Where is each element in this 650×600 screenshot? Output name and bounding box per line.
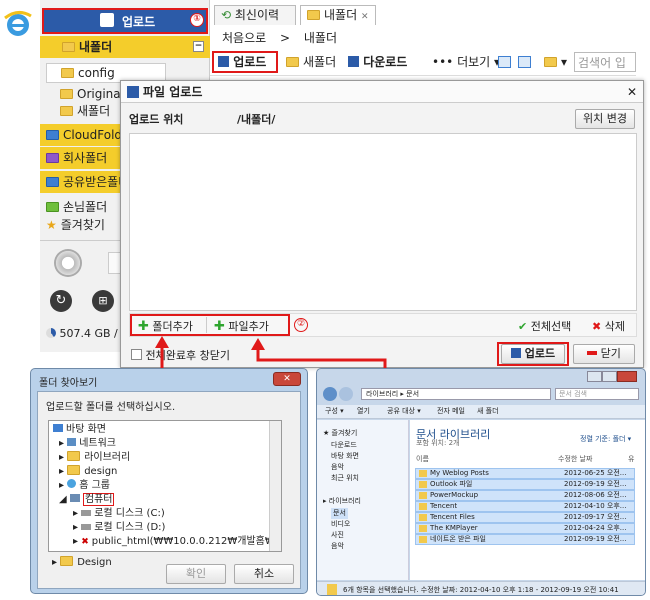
folder-browser-body: 업로드할 폴더를 선택하십시오. 바탕 화면 ▸ 네트워크 ▸ 라이브러리 ▸ … <box>37 391 301 589</box>
tree-item-desktop[interactable]: 바탕 화면 <box>53 423 106 437</box>
tree-item-homegroup[interactable]: ▸ 홈 그룹 <box>59 479 110 493</box>
folder-icon <box>60 556 74 566</box>
tree-item-design[interactable]: ▸ design <box>59 465 117 479</box>
file-row[interactable]: PowerMockup 2012-08-06 오전... <box>415 490 635 501</box>
folder-icon <box>419 481 427 488</box>
folder-icon <box>67 465 81 475</box>
window-close-icon[interactable] <box>617 371 637 382</box>
explorer-status-bar: 6개 항목을 선택했습니다. 수정한 날짜: 2012-04-10 오후 1:1… <box>317 581 645 595</box>
folder-icon <box>327 584 337 595</box>
column-name[interactable]: 이름 <box>416 454 429 465</box>
homegroup-icon <box>67 479 77 488</box>
back-icon[interactable] <box>323 387 337 401</box>
search-input[interactable]: 문서 검색 <box>555 388 639 400</box>
explorer-menu-bar: 구성 ▾ 열기 공유 대상 ▾ 전자 메일 새 폴더 <box>317 405 645 419</box>
file-row[interactable]: 네이트온 받은 파일 2012-09-19 오전... <box>415 534 635 545</box>
tree-item-drive-c[interactable]: ▸ 로컬 디스크 (C:) <box>73 507 165 521</box>
nav-music[interactable]: 음악 <box>331 462 344 473</box>
column-date[interactable]: 수정한 날짜 <box>558 454 592 465</box>
confirm-button[interactable]: 확인 <box>166 564 226 584</box>
menu-share[interactable]: 공유 대상 ▾ <box>387 406 421 417</box>
nav-recent[interactable]: 최근 위치 <box>331 473 359 484</box>
menu-open[interactable]: 열기 <box>357 406 370 417</box>
explorer-nav-pane: ★ 즐겨찾기 다운로드 바탕 화면 음악 최근 위치 ▸ 라이브러리 문서 비디… <box>317 420 409 580</box>
nav-music-library[interactable]: 음악 <box>331 541 344 552</box>
tree-item-network-drive[interactable]: ▸ ✖public_html(₩₩10.0.0.212₩개발홈₩jin) (Z:… <box>73 535 281 549</box>
file-row[interactable]: Outlook 파일 2012-09-19 오전... <box>415 479 635 490</box>
file-row[interactable]: The KMPlayer 2012-04-24 오후... <box>415 523 635 534</box>
nav-documents[interactable]: 문서 <box>331 508 348 519</box>
folder-tree[interactable]: 바탕 화면 ▸ 네트워크 ▸ 라이브러리 ▸ design ▸ 홈 그룹 ◢ 컴… <box>48 420 282 552</box>
column-type[interactable]: 유 <box>628 454 634 465</box>
drive-icon <box>81 524 92 530</box>
folder-browser-window: 폴더 찾아보기 ✕ 업로드할 폴더를 선택하십시오. 바탕 화면 ▸ 네트워크 … <box>30 368 308 594</box>
tree-scrollbar[interactable] <box>269 421 281 551</box>
computer-icon <box>69 494 80 502</box>
nav-videos[interactable]: 비디오 <box>331 519 350 530</box>
cancel-button[interactable]: 취소 <box>234 564 294 584</box>
folder-icon <box>419 492 427 499</box>
desktop-icon <box>53 424 63 432</box>
tree-item-network[interactable]: ▸ 네트워크 <box>59 437 116 451</box>
nav-desktop[interactable]: 바탕 화면 <box>331 451 359 462</box>
folder-icon <box>419 514 427 521</box>
sort-dropdown[interactable]: 정렬 기준: 폴더 ▾ <box>580 434 631 445</box>
library-icon <box>67 451 81 461</box>
forward-icon[interactable] <box>339 387 353 401</box>
disconnected-drive-icon: ✖ <box>81 537 89 547</box>
tree-item-drive-d[interactable]: ▸ 로컬 디스크 (D:) <box>73 521 165 535</box>
menu-new-folder[interactable]: 새 폴더 <box>477 406 499 417</box>
folder-icon <box>419 536 427 543</box>
folder-icon <box>419 503 427 510</box>
nav-pictures[interactable]: 사진 <box>331 530 344 541</box>
folder-icon <box>419 525 427 532</box>
drive-icon <box>81 510 92 516</box>
folder-icon <box>419 470 427 477</box>
minimize-icon[interactable] <box>587 371 602 382</box>
library-subtitle: 포함 위치: 2개 <box>416 439 460 447</box>
window-controls <box>587 371 641 383</box>
file-row[interactable]: Tencent 2012-04-10 오후... <box>415 501 635 512</box>
menu-organize[interactable]: 구성 ▾ <box>325 406 344 417</box>
tree-item-library[interactable]: ▸ 라이브러리 <box>59 451 130 465</box>
tree-item-design-lower[interactable]: ▸ Design <box>52 556 112 570</box>
window-close-icon[interactable]: ✕ <box>273 372 301 386</box>
file-row[interactable]: Tencent Files 2012-09-17 오전... <box>415 512 635 523</box>
nav-libraries[interactable]: ▸ 라이브러리 <box>323 496 361 507</box>
menu-email[interactable]: 전자 메일 <box>437 406 465 417</box>
folder-browser-instruction: 업로드할 폴더를 선택하십시오. <box>46 402 176 413</box>
explorer-window: 라이브러리 ▸ 문서 문서 검색 구성 ▾ 열기 공유 대상 ▾ 전자 메일 새… <box>316 368 646 596</box>
address-bar[interactable]: 라이브러리 ▸ 문서 <box>361 388 551 400</box>
maximize-icon[interactable] <box>602 371 617 382</box>
folder-browser-title: 폴더 찾아보기 <box>39 378 98 389</box>
network-icon <box>67 438 77 446</box>
nav-favorites[interactable]: ★ 즐겨찾기 <box>323 428 357 439</box>
file-row[interactable]: My Weblog Posts 2012-06-25 오전... <box>415 468 635 479</box>
nav-downloads[interactable]: 다운로드 <box>331 440 357 451</box>
tree-item-computer[interactable]: ◢ 컴퓨터 <box>59 493 115 507</box>
